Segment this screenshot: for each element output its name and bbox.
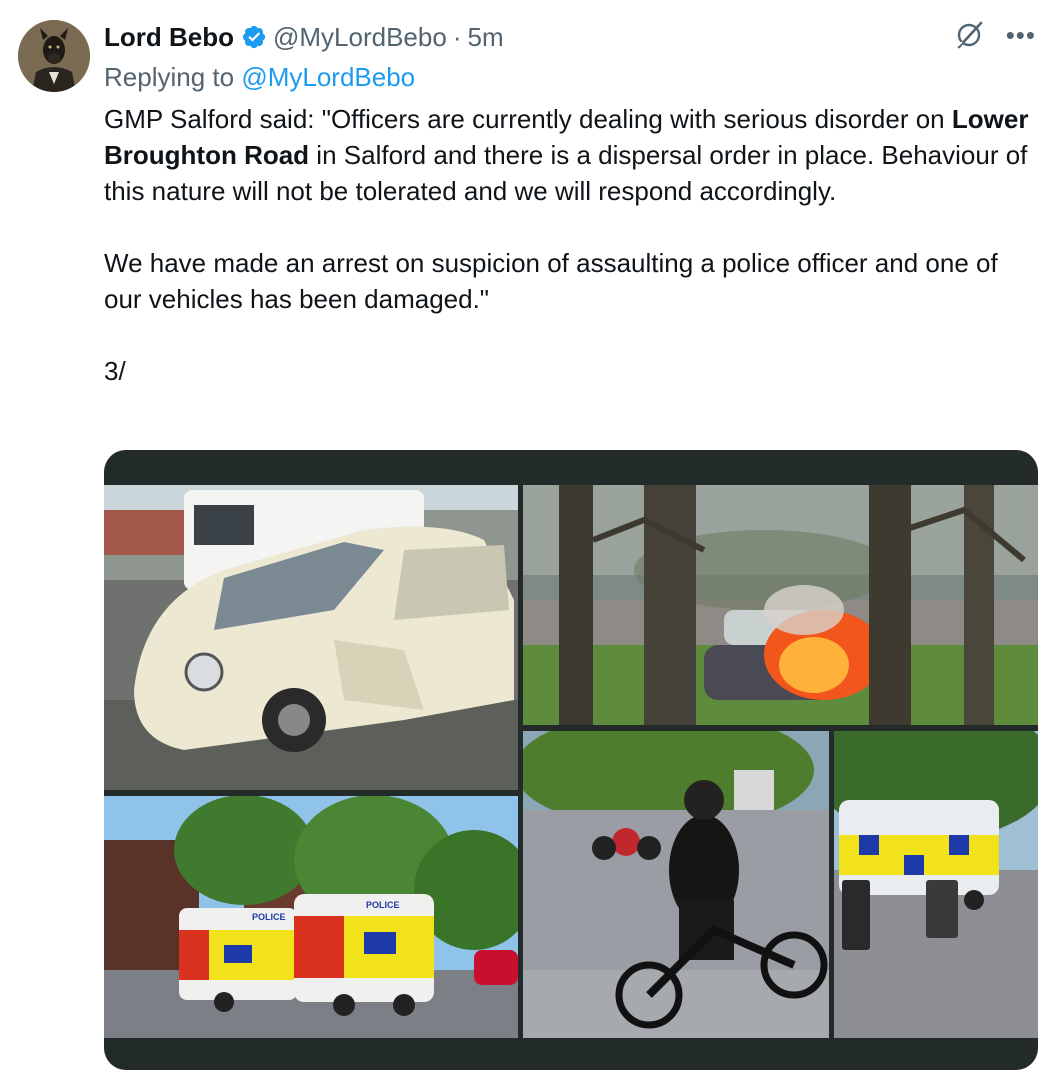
tweet-actions-top: •••	[954, 20, 1036, 50]
tweet-text: GMP Salford said: "Officers are currentl…	[104, 101, 1034, 389]
photo-burning-car	[523, 485, 1038, 725]
reply-context: Replying to @MyLordBebo	[104, 62, 415, 93]
timestamp[interactable]: 5m	[467, 22, 503, 53]
photo-police-vans: POLICE POLICE	[104, 796, 518, 1038]
media-image[interactable]: POLICE POLICE	[104, 450, 1038, 1070]
van-label: POLICE	[252, 912, 286, 922]
author-name[interactable]: Lord Bebo	[104, 22, 234, 53]
photo-damaged-car	[104, 485, 518, 790]
photo-police-van-bins	[834, 731, 1038, 1038]
reply-handle-link[interactable]: @MyLordBebo	[241, 62, 415, 92]
tweet-text-part: GMP Salford said: "Officers are currentl…	[104, 104, 945, 134]
more-options-icon[interactable]: •••	[1006, 20, 1036, 50]
tweet: Lord Bebo @MyLordBebo · 5m ••• Replying …	[0, 0, 1058, 1078]
van-label: POLICE	[366, 900, 400, 910]
tweet-header: Lord Bebo @MyLordBebo · 5m	[104, 18, 504, 56]
separator-dot: ·	[452, 21, 462, 52]
author-handle[interactable]: @MyLordBebo	[273, 22, 447, 53]
tweet-paragraph-2: We have made an arrest on suspicion of a…	[104, 248, 998, 314]
grok-icon[interactable]	[954, 20, 984, 50]
verified-badge-icon[interactable]	[241, 24, 267, 50]
photo-motorbike	[523, 731, 829, 1038]
photo-collage: POLICE POLICE	[104, 485, 1038, 1038]
tweet-paragraph-3: 3/	[104, 356, 126, 386]
tweet-paragraph-1: GMP Salford said: "Officers are currentl…	[104, 101, 1034, 209]
avatar[interactable]	[18, 20, 90, 92]
avatar-image	[18, 20, 90, 92]
reply-prefix: Replying to	[104, 62, 235, 92]
